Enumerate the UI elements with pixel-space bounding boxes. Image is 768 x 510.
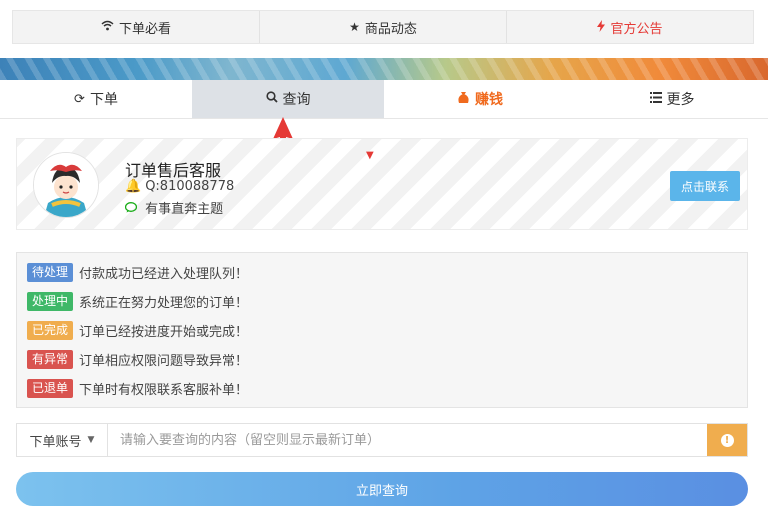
legend-text-pending: 付款成功已经进入处理队列！ [79, 266, 249, 282]
service-title: 订单售后客服 [125, 161, 222, 180]
caret-down-icon: ▼ [366, 150, 374, 161]
refresh-icon: ⟳ [74, 91, 85, 107]
query-type-select[interactable]: 下单账号 ▼ [17, 424, 108, 456]
info-icon: ! [720, 433, 734, 447]
tab-more[interactable]: 更多 [576, 80, 768, 118]
status-badge-abnormal: 有异常 [27, 349, 73, 369]
status-legend: 待处理 付款成功已经进入处理队列！ 处理中 系统正在努力处理您的订单！ 已完成 … [16, 252, 748, 408]
star-icon: ★ [349, 20, 360, 34]
legend-row-abnormal: 有异常 订单相应权限问题导致异常！ [27, 349, 248, 369]
status-badge-processing: 处理中 [27, 291, 73, 311]
tab-more-label: 更多 [666, 92, 695, 108]
legend-text-refunded: 下单时有权限联系客服补单！ [79, 382, 249, 398]
status-badge-pending: 待处理 [27, 262, 73, 282]
submit-query-button[interactable]: 立即查询 [16, 472, 748, 506]
decorative-banner [0, 58, 768, 80]
query-input[interactable] [108, 424, 707, 456]
caret-down-icon: ▼ [87, 435, 95, 445]
status-badge-refunded: 已退单 [27, 378, 73, 398]
legend-row-processing: 处理中 系统正在努力处理您的订单！ [27, 291, 248, 311]
contact-button[interactable]: 点击联系 [670, 171, 740, 201]
search-icon [265, 91, 278, 107]
tab-official-notice-label: 官方公告 [610, 21, 663, 37]
legend-text-processing: 系统正在努力处理您的订单！ [79, 295, 249, 311]
legend-row-refunded: 已退单 下单时有权限联系客服补单！ [27, 378, 248, 398]
service-qq: 🔔 Q:810088778 [125, 179, 234, 194]
status-badge-completed: 已完成 [27, 320, 73, 340]
info-button[interactable]: ! [707, 424, 747, 456]
legend-row-completed: 已完成 订单已经按进度开始或完成！ [27, 320, 248, 340]
tab-query[interactable]: 查询 [192, 80, 384, 118]
bag-icon [457, 91, 470, 108]
tab-product-news-label: 商品动态 [364, 21, 417, 37]
service-desc-text: 有事直奔主题 [145, 202, 224, 217]
service-qq-value: Q:810088778 [145, 179, 235, 194]
main-nav: ⟳ 下单 查询 赚钱 更多 [0, 80, 768, 119]
tab-query-label: 查询 [282, 92, 311, 108]
tab-earn[interactable]: 赚钱 [384, 80, 576, 118]
query-type-value: 下单账号 [29, 434, 82, 450]
bell-icon: 🔔 [125, 179, 142, 194]
chat-icon [124, 202, 141, 217]
service-card: 订单售后客服 🔔 Q:810088778 有事直奔主题 ▼ 点击联系 [16, 138, 748, 230]
bolt-icon [597, 19, 606, 35]
legend-text-abnormal: 订单相应权限问题导致异常！ [79, 353, 249, 369]
tab-order[interactable]: ⟳ 下单 [0, 80, 192, 118]
tab-order-label: 下单 [89, 92, 118, 108]
list-icon [649, 91, 662, 107]
notice-tabs: 下单必看 ★ 商品动态 官方公告 [12, 10, 754, 44]
tab-official-notice[interactable]: 官方公告 [507, 11, 753, 43]
service-desc: 有事直奔主题 [124, 198, 224, 217]
tab-product-news[interactable]: ★ 商品动态 [260, 11, 507, 43]
wifi-icon [101, 20, 114, 34]
tab-must-read-label: 下单必看 [118, 21, 171, 37]
legend-text-completed: 订单已经按进度开始或完成！ [79, 324, 249, 340]
service-avatar [33, 152, 99, 218]
tab-must-read[interactable]: 下单必看 [13, 11, 260, 43]
tab-earn-label: 赚钱 [475, 92, 503, 108]
query-form: 下单账号 ▼ ! [16, 423, 748, 457]
legend-row-pending: 待处理 付款成功已经进入处理队列！ [27, 262, 248, 282]
